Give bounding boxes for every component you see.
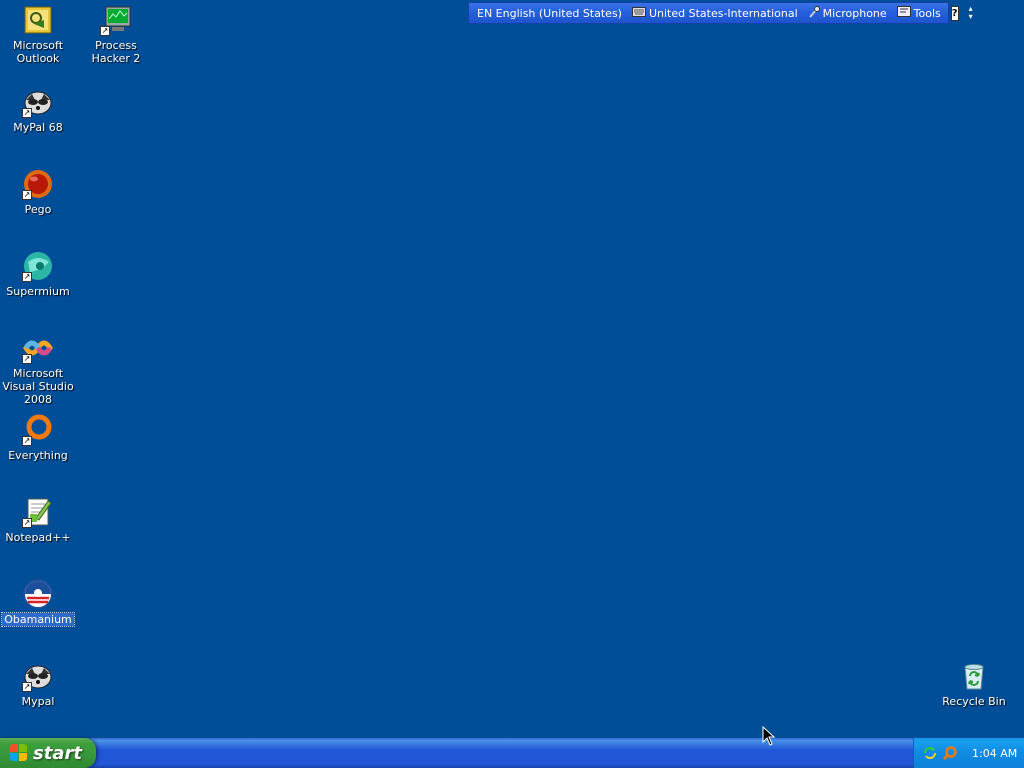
language-bar-options-icon[interactable]: ▴ ▾ xyxy=(969,5,973,21)
recycle-bin-icon xyxy=(958,660,990,692)
desktop-icon-everything[interactable]: ↗ Everything xyxy=(0,414,76,462)
tools-icon xyxy=(896,6,911,20)
desktop-icon-obamanium[interactable]: Obamanium xyxy=(0,578,76,627)
desktop-icon-label: Everything xyxy=(8,449,68,462)
language-bar[interactable]: EN English (United States) United States… xyxy=(468,2,973,24)
shortcut-arrow-icon: ↗ xyxy=(22,108,32,118)
taskbar[interactable]: start 1:04 AM xyxy=(0,738,1024,768)
desktop-icon-label: Mypal xyxy=(21,695,55,708)
help-icon[interactable]: ? xyxy=(950,5,959,21)
visual-studio-icon: ↗ xyxy=(22,332,54,364)
desktop-icon-microsoft-outlook[interactable]: Microsoft Outlook xyxy=(0,4,76,65)
tools-button[interactable]: Tools xyxy=(896,6,941,20)
windows-logo-icon xyxy=(10,744,28,762)
keyboard-icon xyxy=(631,6,646,20)
mypal-icon: ↗ xyxy=(22,660,54,692)
desktop-icon-supermium[interactable]: ↗ Supermium xyxy=(0,250,76,298)
desktop-icon-label: Obamanium xyxy=(1,612,75,627)
mypal-icon: ↗ xyxy=(22,86,54,118)
everything-icon: ↗ xyxy=(22,414,54,446)
clock[interactable]: 1:04 AM xyxy=(972,747,1017,760)
tools-label: Tools xyxy=(913,6,941,20)
shortcut-arrow-icon: ↗ xyxy=(22,682,32,692)
search-magnifier-icon[interactable] xyxy=(942,745,958,761)
start-label: start xyxy=(33,742,82,764)
microphone-label: Microphone xyxy=(822,6,887,20)
desktop-icon-label: Process Hacker 2 xyxy=(91,39,141,65)
desktop[interactable]: Microsoft Outlook ↗ Process Hacker 2 ↗ M… xyxy=(0,0,1024,738)
shortcut-arrow-icon: ↗ xyxy=(22,436,32,446)
pego-icon: ↗ xyxy=(22,168,54,200)
desktop-icon-recycle-bin[interactable]: Recycle Bin xyxy=(936,660,1012,708)
notepadpp-icon: ↗ xyxy=(22,496,54,528)
mouse-cursor-icon xyxy=(762,726,776,746)
shortcut-arrow-icon: ↗ xyxy=(100,26,110,36)
desktop-icon-label: Microsoft Visual Studio 2008 xyxy=(2,367,74,406)
desktop-icon-label: Notepad++ xyxy=(5,531,71,544)
desktop-icon-label: MyPal 68 xyxy=(13,121,63,134)
microphone-icon xyxy=(808,5,820,21)
keyboard-layout-selector[interactable]: United States-International xyxy=(631,6,798,20)
start-button[interactable]: start xyxy=(0,738,96,768)
desktop-icon-label: Recycle Bin xyxy=(942,695,1006,708)
keyboard-layout-label: United States-International xyxy=(648,6,798,20)
process-hacker-icon: ↗ xyxy=(100,4,132,36)
desktop-icon-mypal[interactable]: ↗ Mypal xyxy=(0,660,76,708)
desktop-icon-label: Pego xyxy=(24,203,52,216)
obamanium-icon xyxy=(22,578,54,610)
shortcut-arrow-icon: ↗ xyxy=(22,272,32,282)
microphone-button[interactable]: Microphone xyxy=(808,5,887,21)
network-refresh-icon[interactable] xyxy=(922,745,938,761)
shortcut-arrow-icon: ↗ xyxy=(22,518,32,528)
desktop-icon-label: Microsoft Outlook xyxy=(12,39,64,65)
desktop-icon-mypal-68[interactable]: ↗ MyPal 68 xyxy=(0,86,76,134)
shortcut-arrow-icon: ↗ xyxy=(22,190,32,200)
desktop-icon-pego[interactable]: ↗ Pego xyxy=(0,168,76,216)
desktop-icon-label: Supermium xyxy=(6,285,70,298)
desktop-icon-notepadpp[interactable]: ↗ Notepad++ xyxy=(0,496,76,544)
outlook-icon xyxy=(22,4,54,36)
supermium-icon: ↗ xyxy=(22,250,54,282)
shortcut-arrow-icon: ↗ xyxy=(22,354,32,364)
language-selector[interactable]: EN English (United States) xyxy=(477,7,622,20)
language-label: EN English (United States) xyxy=(477,6,622,20)
desktop-icon-process-hacker[interactable]: ↗ Process Hacker 2 xyxy=(78,4,154,65)
desktop-icon-visual-studio-2008[interactable]: ↗ Microsoft Visual Studio 2008 xyxy=(0,332,76,406)
system-tray[interactable]: 1:04 AM xyxy=(913,738,1024,768)
